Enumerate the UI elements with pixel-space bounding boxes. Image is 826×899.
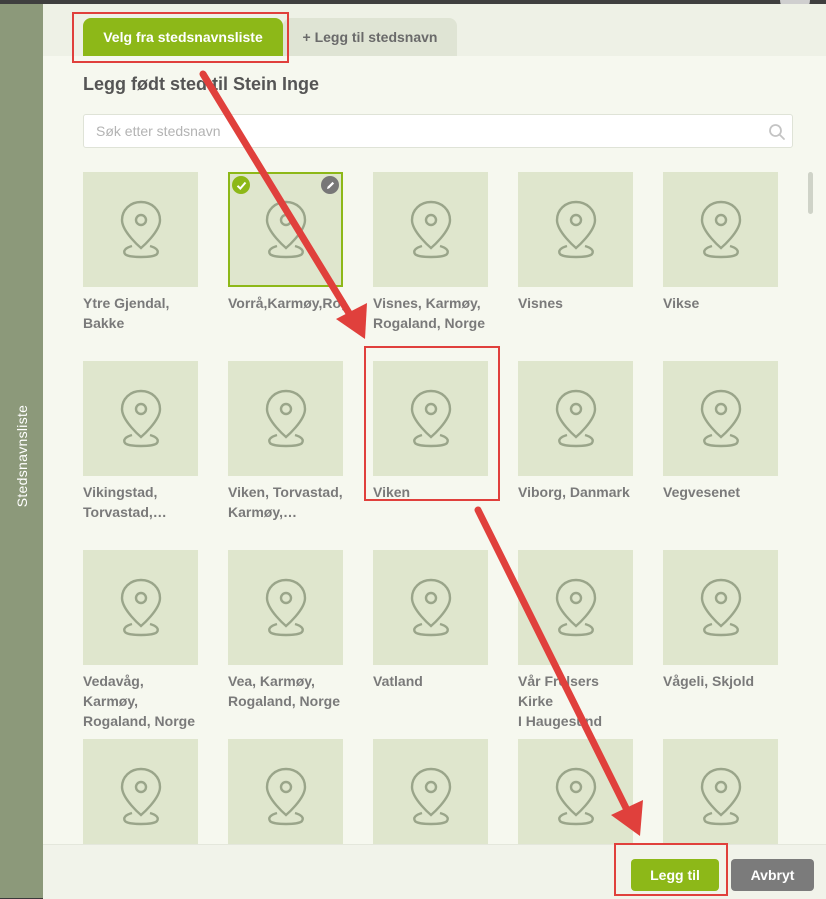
- place-tile[interactable]: Viken, Torvastad, Karmøy,…: [228, 361, 343, 522]
- place-label: Vikse: [663, 295, 700, 311]
- place-thumbnail[interactable]: [228, 361, 343, 476]
- place-tile[interactable]: Visnes: [518, 172, 633, 313]
- map-pin-icon: [120, 200, 161, 258]
- tab-bar: Velg fra stedsnavnsliste + Legg til sted…: [43, 4, 826, 56]
- map-pin-icon: [265, 578, 306, 636]
- place-label: Vegvesenet: [663, 484, 741, 500]
- map-pin-icon: [120, 578, 161, 636]
- place-label: Viken: [373, 484, 411, 500]
- dialog-title: Legg født sted til Stein Inge: [83, 74, 319, 94]
- place-thumbnail[interactable]: [228, 550, 343, 665]
- map-pin-icon: [700, 200, 741, 258]
- map-pin-icon: [700, 578, 741, 636]
- place-thumbnail[interactable]: [518, 739, 633, 844]
- place-thumbnail[interactable]: [83, 361, 198, 476]
- place-tile[interactable]: Vikse: [663, 172, 778, 313]
- side-panel-tab[interactable]: Stedsnavnsliste: [0, 4, 43, 898]
- map-pin-icon: [410, 578, 451, 636]
- map-pin-icon: [410, 389, 451, 447]
- tab-choose-from-list[interactable]: Velg fra stedsnavnsliste: [83, 18, 283, 56]
- check-icon: [232, 176, 250, 194]
- map-pin-icon: [555, 389, 596, 447]
- place-tile[interactable]: [373, 739, 488, 844]
- place-tile[interactable]: Viken: [373, 361, 488, 502]
- map-pin-icon: [555, 200, 596, 258]
- place-label: Ytre Gjendal, Bakke: [83, 295, 170, 331]
- map-pin-icon: [120, 389, 161, 447]
- map-pin-icon: [265, 389, 306, 447]
- place-tile[interactable]: [83, 739, 198, 844]
- place-thumbnail[interactable]: [228, 172, 343, 287]
- search-box: [83, 114, 793, 148]
- place-thumbnail[interactable]: [663, 172, 778, 287]
- place-picker-dialog: Velg fra stedsnavnsliste + Legg til sted…: [43, 4, 826, 899]
- map-pin-icon: [265, 767, 306, 825]
- map-pin-icon: [410, 200, 451, 258]
- place-grid: Ytre Gjendal, Bakke Vorrå,Karmøy,Rog Visne…: [83, 168, 808, 844]
- place-label: Viken, Torvastad, Karmøy,…: [228, 484, 343, 520]
- place-tile[interactable]: Viborg, Danmark: [518, 361, 633, 502]
- place-label: Vedavåg, Karmøy, Rogaland, Norge: [83, 673, 196, 729]
- place-tile[interactable]: [518, 739, 633, 844]
- place-label: Visnes, Karmøy, Rogaland, Norge: [373, 295, 486, 331]
- place-thumbnail[interactable]: [663, 739, 778, 844]
- side-panel-label: Stedsnavnsliste: [14, 404, 30, 508]
- place-tile[interactable]: Ytre Gjendal, Bakke: [83, 172, 198, 333]
- place-tile[interactable]: Visnes, Karmøy, Rogaland, Norge: [373, 172, 488, 333]
- place-thumbnail[interactable]: [373, 172, 488, 287]
- place-tile[interactable]: Vedavåg, Karmøy, Rogaland, Norge: [83, 550, 198, 731]
- cancel-button[interactable]: Avbryt: [731, 859, 814, 891]
- place-thumbnail[interactable]: [518, 361, 633, 476]
- place-label: Vea, Karmøy, Rogaland, Norge: [228, 673, 341, 709]
- place-thumbnail[interactable]: [663, 361, 778, 476]
- place-tile[interactable]: Vegvesenet: [663, 361, 778, 502]
- place-tile[interactable]: Vikingstad, Torvastad,…: [83, 361, 198, 522]
- place-thumbnail[interactable]: [518, 550, 633, 665]
- add-button[interactable]: Legg til: [631, 859, 719, 891]
- place-thumbnail[interactable]: [518, 172, 633, 287]
- place-thumbnail[interactable]: [373, 739, 488, 844]
- place-tile[interactable]: Vea, Karmøy, Rogaland, Norge: [228, 550, 343, 711]
- search-icon[interactable]: [768, 123, 786, 141]
- place-tile[interactable]: Vågeli, Skjold: [663, 550, 778, 691]
- pencil-icon[interactable]: [321, 176, 339, 194]
- place-thumbnail[interactable]: [83, 739, 198, 844]
- map-pin-icon: [265, 200, 306, 258]
- map-pin-icon: [555, 578, 596, 636]
- dialog-footer: Legg til Avbryt: [43, 844, 826, 899]
- place-label: Viborg, Danmark: [518, 484, 630, 500]
- place-label: Vorrå,Karmøy,Rog: [228, 295, 346, 311]
- map-pin-icon: [555, 767, 596, 825]
- tab-add-place-name[interactable]: + Legg til stedsnavn: [283, 18, 457, 56]
- place-label: Visnes: [518, 295, 563, 311]
- place-thumbnail[interactable]: [373, 550, 488, 665]
- place-label: Vatland: [373, 673, 423, 689]
- search-input[interactable]: [84, 115, 756, 147]
- place-tile[interactable]: Vatland: [373, 550, 488, 691]
- scrollbar-thumb[interactable]: [808, 172, 813, 214]
- map-pin-icon: [700, 767, 741, 825]
- place-tile[interactable]: Vorrå,Karmøy,Rog: [228, 172, 346, 313]
- place-thumbnail[interactable]: [83, 550, 198, 665]
- place-thumbnail[interactable]: [228, 739, 343, 844]
- place-thumbnail[interactable]: [83, 172, 198, 287]
- map-pin-icon: [700, 389, 741, 447]
- place-tile[interactable]: Vår Frelsers Kirke I Haugesund: [518, 550, 633, 731]
- map-pin-icon: [410, 767, 451, 825]
- place-label: Vår Frelsers Kirke I Haugesund: [518, 673, 603, 729]
- map-pin-icon: [120, 767, 161, 825]
- place-thumbnail[interactable]: [663, 550, 778, 665]
- place-thumbnail[interactable]: [373, 361, 488, 476]
- place-tile[interactable]: [663, 739, 778, 844]
- place-label: Vågeli, Skjold: [663, 673, 755, 689]
- place-label: Vikingstad, Torvastad,…: [83, 484, 167, 520]
- scrollbar[interactable]: [808, 168, 814, 844]
- place-tile[interactable]: [228, 739, 343, 844]
